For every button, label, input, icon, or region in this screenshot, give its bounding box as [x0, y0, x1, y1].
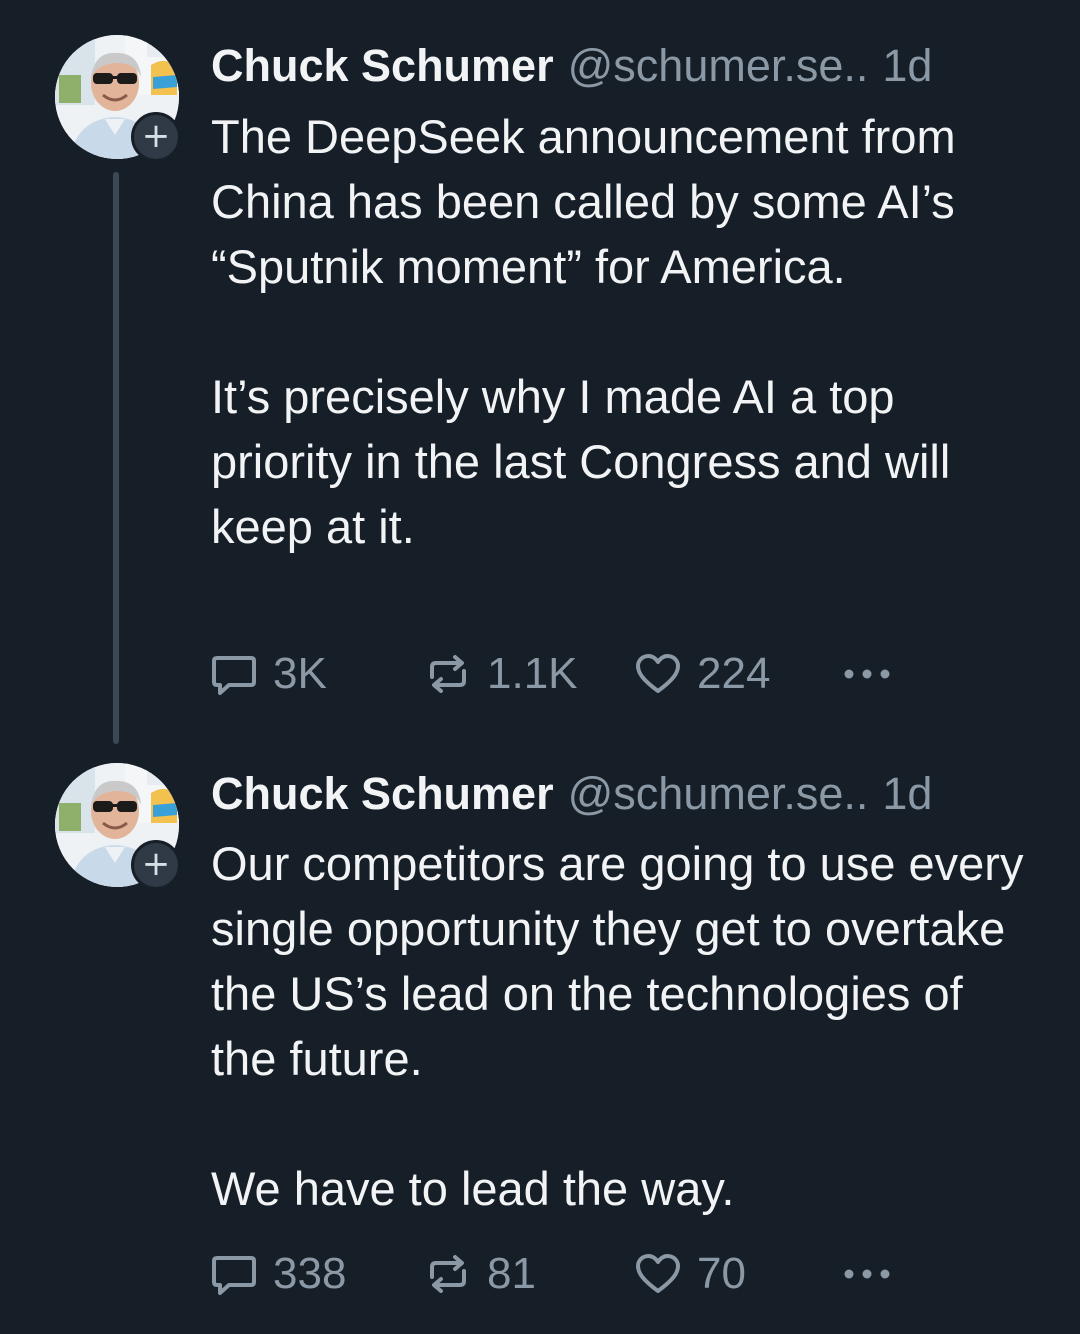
heart-icon [636, 654, 680, 693]
reply-icon [212, 656, 256, 695]
post-actions: 3K 1.1K 224 [209, 644, 909, 704]
avatar-container: + [55, 35, 181, 162]
more-options-button[interactable] [837, 644, 911, 704]
repost-icon [430, 655, 466, 693]
thread-connector-line [113, 172, 119, 744]
like-button[interactable]: 224 [633, 644, 770, 704]
follow-plus-icon[interactable]: + [131, 112, 181, 162]
avatar-container: + [55, 763, 181, 890]
author-handle[interactable]: @schumer.se.. [568, 768, 869, 819]
reply-count: 338 [273, 1249, 347, 1298]
post-header: Chuck Schumer @schumer.se.. 1d [211, 764, 932, 824]
reply-count: 3K [273, 649, 327, 698]
repost-button[interactable]: 1.1K [423, 644, 578, 704]
reply-button[interactable]: 338 [209, 1244, 346, 1304]
post-time[interactable]: 1d [882, 40, 932, 91]
repost-count: 81 [487, 1249, 536, 1298]
like-button[interactable]: 70 [633, 1244, 746, 1304]
author-handle[interactable]: @schumer.se.. [568, 40, 869, 91]
reply-button[interactable]: 3K [209, 644, 327, 704]
more-horizontal-icon [844, 1269, 890, 1279]
more-horizontal-icon [844, 669, 890, 679]
like-count: 70 [697, 1249, 746, 1298]
author-name[interactable]: Chuck Schumer [211, 40, 554, 91]
repost-button[interactable]: 81 [423, 1244, 536, 1304]
more-options-button[interactable] [837, 1244, 911, 1304]
post-text: Our competitors are going to use every s… [211, 837, 1024, 1215]
thread-post[interactable]: + Chuck Schumer @schumer.se.. 1d The DeepS… [0, 0, 1080, 745]
post-text: The DeepSeek announcement from China has… [211, 110, 956, 553]
author-name[interactable]: Chuck Schumer [211, 768, 554, 819]
post-actions: 338 81 70 [209, 1244, 909, 1304]
repost-icon [430, 1255, 466, 1293]
repost-count: 1.1K [487, 649, 578, 698]
post-header: Chuck Schumer @schumer.se.. 1d [211, 36, 932, 96]
post-time[interactable]: 1d [882, 768, 932, 819]
follow-plus-icon[interactable]: + [131, 840, 181, 890]
thread-post[interactable]: + Chuck Schumer @schumer.se.. 1d Our compe… [0, 745, 1080, 1334]
reply-icon [212, 1256, 256, 1295]
like-count: 224 [697, 649, 771, 698]
heart-icon [636, 1254, 680, 1293]
